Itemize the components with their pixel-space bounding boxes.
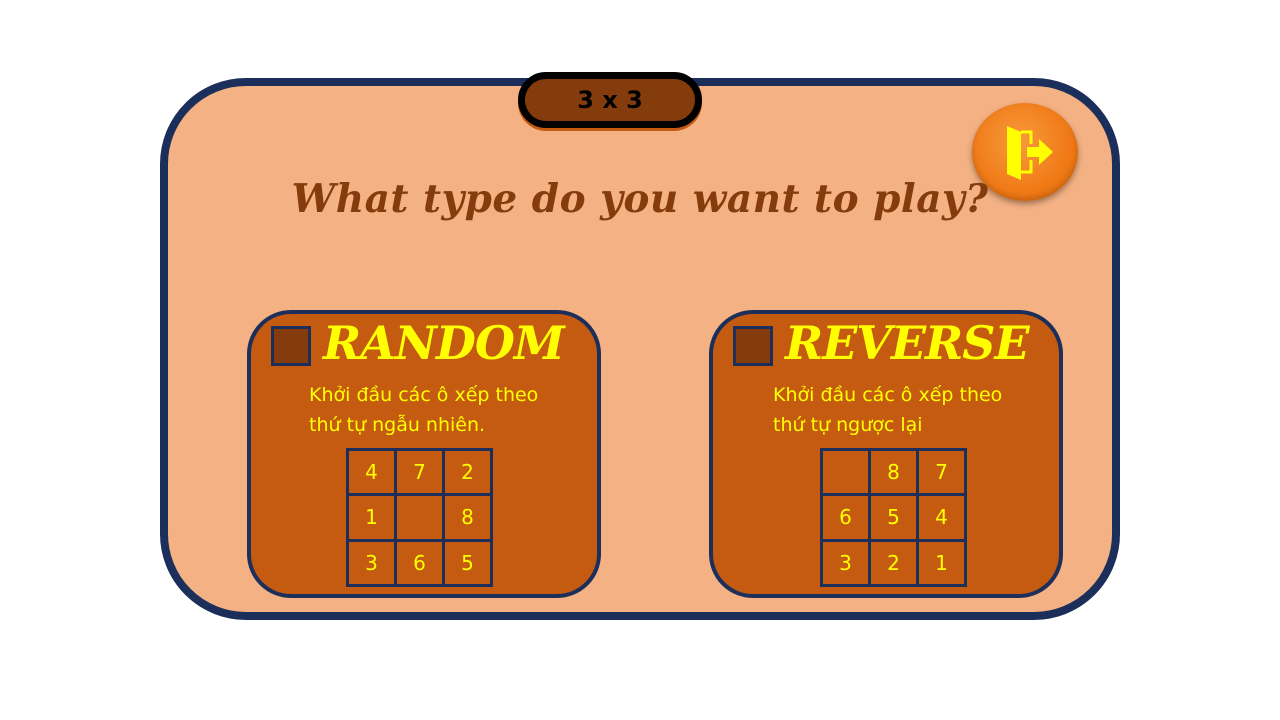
random-mode-title: RANDOM xyxy=(323,316,565,370)
random-mode-card[interactable]: RANDOM Khởi đầu các ô xếp theo thứ tự ng… xyxy=(247,310,601,598)
puzzle-tile: 7 xyxy=(919,451,964,494)
board-size-label: 3 x 3 xyxy=(518,72,702,128)
reverse-mode-card[interactable]: REVERSE Khởi đầu các ô xếp theo thứ tự n… xyxy=(709,310,1063,598)
game-screen: 3 x 3 What type do you want to play? RAN… xyxy=(0,0,1280,720)
puzzle-tile: 6 xyxy=(823,496,868,539)
puzzle-tile: 3 xyxy=(823,541,868,584)
random-mode-description: Khởi đầu các ô xếp theo thứ tự ngẫu nhiê… xyxy=(309,384,539,436)
puzzle-tile: 1 xyxy=(919,541,964,584)
random-mode-checkbox[interactable] xyxy=(271,326,311,366)
puzzle-tile: 4 xyxy=(919,496,964,539)
puzzle-tile: 5 xyxy=(871,496,916,539)
puzzle-tile: 4 xyxy=(349,451,394,494)
puzzle-tile: 7 xyxy=(397,451,442,494)
reverse-mode-title: REVERSE xyxy=(785,316,1030,370)
reverse-preview-grid: 8 7 6 5 4 3 2 1 xyxy=(820,448,967,587)
puzzle-empty-tile xyxy=(397,496,442,539)
exit-door-arrow-icon xyxy=(1007,126,1053,180)
puzzle-empty-tile xyxy=(823,451,868,494)
puzzle-tile: 6 xyxy=(397,541,442,584)
puzzle-tile: 3 xyxy=(349,541,394,584)
reverse-mode-description: Khởi đầu các ô xếp theo thứ tự ngược lại xyxy=(773,384,1003,436)
puzzle-tile: 1 xyxy=(349,496,394,539)
reverse-mode-checkbox[interactable] xyxy=(733,326,773,366)
puzzle-tile: 8 xyxy=(445,496,490,539)
mode-question: What type do you want to play? xyxy=(291,176,989,222)
puzzle-tile: 2 xyxy=(445,451,490,494)
puzzle-tile: 5 xyxy=(445,541,490,584)
puzzle-tile: 2 xyxy=(871,541,916,584)
puzzle-tile: 8 xyxy=(871,451,916,494)
random-preview-grid: 4 7 2 1 8 3 6 5 xyxy=(346,448,493,587)
